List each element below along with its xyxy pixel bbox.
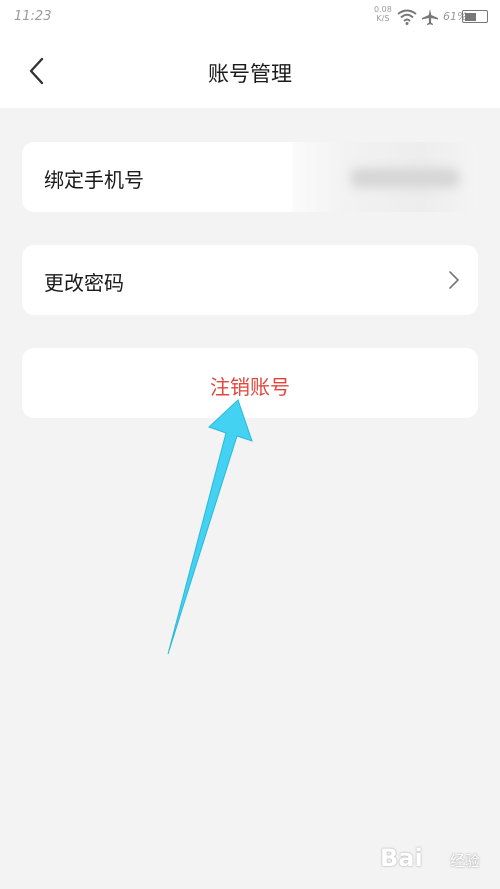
chevron-right-icon xyxy=(449,271,459,289)
top-nav-bar: 账号管理 xyxy=(0,34,500,108)
battery-level-fill xyxy=(464,12,477,21)
status-time: 11:23 xyxy=(14,9,52,24)
change-password-row[interactable]: 更改密码 xyxy=(22,245,478,315)
baidu-jingyan-watermark: Bai 经验 xyxy=(380,836,492,880)
deregister-account-label: 注销账号 xyxy=(210,375,290,399)
network-speed: 0.08 K/S xyxy=(374,5,392,23)
battery-icon xyxy=(462,10,488,23)
status-bar: 11:23 0.08 K/S 61% xyxy=(0,0,500,34)
page-title: 账号管理 xyxy=(208,62,292,86)
wifi-icon xyxy=(397,9,417,25)
network-speed-value: 0.08 xyxy=(374,5,392,14)
phone-number-blurred xyxy=(292,142,478,212)
network-speed-unit: K/S xyxy=(376,14,390,23)
change-password-label: 更改密码 xyxy=(44,271,124,295)
annotation-arrow-icon xyxy=(167,399,253,655)
deregister-account-button[interactable]: 注销账号 xyxy=(22,348,478,418)
blurred-phone-value xyxy=(350,168,460,188)
bind-phone-row[interactable]: 绑定手机号 xyxy=(22,142,478,212)
watermark-text: 经验 xyxy=(450,852,481,870)
airplane-icon xyxy=(422,9,438,25)
bind-phone-label: 绑定手机号 xyxy=(44,168,144,192)
watermark-logo: Bai xyxy=(380,844,423,872)
